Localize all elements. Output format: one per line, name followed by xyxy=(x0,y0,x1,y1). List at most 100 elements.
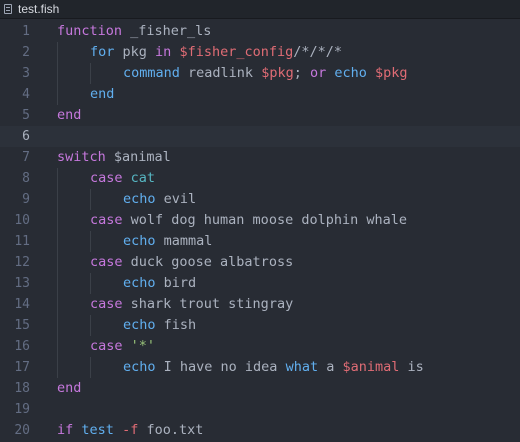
indent-guide xyxy=(90,273,91,294)
indent-guide xyxy=(57,210,58,231)
line-content: if test -f foo.txt xyxy=(57,420,203,441)
code-line[interactable]: 3 command readlink $pkg; or echo $pkg xyxy=(0,63,520,84)
code-token: case xyxy=(90,254,123,270)
code-line[interactable]: 6 xyxy=(0,126,520,147)
code-token: foo.txt xyxy=(138,422,204,438)
code-token: echo xyxy=(334,65,367,81)
code-token: echo xyxy=(123,275,156,291)
code-token: pkg xyxy=(114,44,156,60)
code-token: in xyxy=(155,44,172,60)
indent-guide xyxy=(57,168,58,189)
code-token: /*/*/* xyxy=(293,44,343,60)
code-token: shark trout stingray xyxy=(122,296,294,312)
code-token: is xyxy=(399,359,424,375)
line-number: 19 xyxy=(14,402,30,417)
code-line[interactable]: 17 echo I have no idea what a $animal is xyxy=(0,357,520,378)
code-token: or xyxy=(309,65,327,81)
code-token: ; xyxy=(293,65,310,81)
code-line[interactable]: 2 for pkg in $fisher_config/*/*/* xyxy=(0,42,520,63)
code-token: test xyxy=(81,422,114,438)
line-content: case '*' xyxy=(90,336,155,357)
line-content: end xyxy=(57,378,81,399)
code-token: cat xyxy=(130,170,156,186)
indent-guide xyxy=(90,357,91,378)
code-area[interactable]: 1 function _fisher_ls 2 for pkg in $fisher_… xyxy=(0,21,520,441)
code-token: -f xyxy=(122,422,139,438)
code-token: _fisher_ls xyxy=(122,23,212,39)
code-editor[interactable]: test.fish 1 function _fisher_ls 2 for pkg i… xyxy=(0,0,520,442)
code-token: case xyxy=(90,170,123,186)
code-token: bird xyxy=(155,275,197,291)
line-number: 9 xyxy=(22,192,30,207)
line-number: 18 xyxy=(14,381,30,396)
code-token: switch xyxy=(57,149,106,165)
code-token: what xyxy=(285,359,319,375)
indent-guide xyxy=(57,357,58,378)
code-line[interactable]: 14 case shark trout stingray xyxy=(0,294,520,315)
line-content: echo bird xyxy=(123,273,196,294)
code-line[interactable]: 12 case duck goose albatross xyxy=(0,252,520,273)
line-number: 1 xyxy=(22,24,30,39)
line-content: case shark trout stingray xyxy=(90,294,293,315)
tab-title: test.fish xyxy=(18,2,60,16)
line-number: 8 xyxy=(22,171,30,186)
indent-guide xyxy=(57,84,58,105)
code-token: function xyxy=(57,23,123,39)
code-token: $pkg xyxy=(261,65,294,81)
indent-guide xyxy=(57,189,58,210)
code-token: end xyxy=(57,107,82,123)
code-token: echo xyxy=(123,317,156,333)
line-number: 17 xyxy=(14,360,30,375)
code-line[interactable]: 7 switch $animal xyxy=(0,147,520,168)
code-line[interactable]: 11 echo mammal xyxy=(0,231,520,252)
line-content: echo evil xyxy=(123,189,196,210)
code-token: $fisher_config xyxy=(179,44,294,60)
line-content: end xyxy=(57,105,81,126)
line-number: 11 xyxy=(14,234,30,249)
line-content: case wolf dog human moose dolphin whale xyxy=(90,210,407,231)
code-token: mammal xyxy=(155,233,213,249)
line-content: case duck goose albatross xyxy=(90,252,293,273)
code-token: command xyxy=(123,65,180,81)
code-line[interactable]: 19 xyxy=(0,399,520,420)
code-line[interactable]: 18 end xyxy=(0,378,520,399)
indent-guide xyxy=(57,252,58,273)
code-token: for xyxy=(90,44,115,60)
line-number: 3 xyxy=(22,66,30,81)
line-content: case cat xyxy=(90,168,155,189)
code-line[interactable]: 20 if test -f foo.txt xyxy=(0,420,520,441)
code-line[interactable]: 4 end xyxy=(0,84,520,105)
tab-test-fish[interactable]: test.fish xyxy=(0,0,59,18)
code-token: echo xyxy=(123,359,156,375)
code-line[interactable]: 10 case wolf dog human moose dolphin whal… xyxy=(0,210,520,231)
code-line[interactable]: 9 echo evil xyxy=(0,189,520,210)
line-number: 4 xyxy=(22,87,30,102)
indent-guide xyxy=(57,231,58,252)
line-content: echo fish xyxy=(123,315,196,336)
indent-guide xyxy=(90,63,91,84)
indent-guide xyxy=(57,336,58,357)
code-line[interactable]: 8 case cat xyxy=(0,168,520,189)
code-token: end xyxy=(90,86,115,102)
line-number: 20 xyxy=(14,423,30,438)
code-line[interactable]: 13 echo bird xyxy=(0,273,520,294)
code-line[interactable]: 1 function _fisher_ls xyxy=(0,21,520,42)
code-line[interactable]: 15 echo fish xyxy=(0,315,520,336)
indent-guide xyxy=(90,315,91,336)
code-token: evil xyxy=(155,191,197,207)
line-number: 5 xyxy=(22,108,30,123)
code-token: duck goose albatross xyxy=(122,254,294,270)
file-text-icon xyxy=(4,4,12,14)
code-token: end xyxy=(57,380,82,396)
indent-guide xyxy=(57,273,58,294)
line-number: 13 xyxy=(14,276,30,291)
code-token: if xyxy=(57,422,74,438)
code-line[interactable]: 16 case '*' xyxy=(0,336,520,357)
code-token: $animal xyxy=(342,359,400,375)
code-line[interactable]: 5 end xyxy=(0,105,520,126)
indent-guide xyxy=(90,231,91,252)
line-content: switch $animal xyxy=(57,147,171,168)
